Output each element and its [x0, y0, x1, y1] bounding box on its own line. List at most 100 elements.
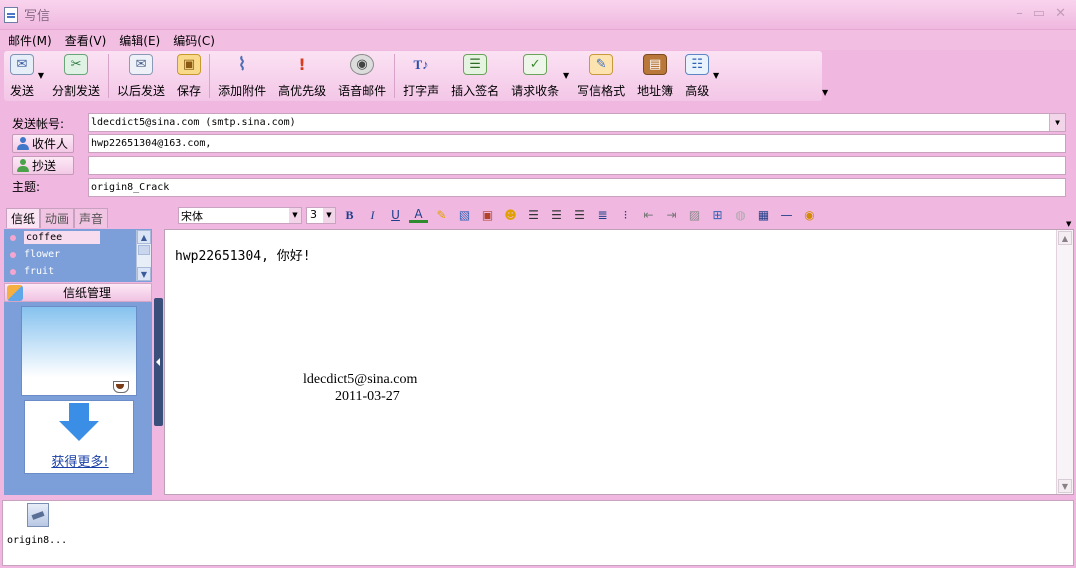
- download-arrow-icon: [59, 403, 99, 441]
- numbered-list-icon[interactable]: ≣: [593, 207, 612, 224]
- list-item[interactable]: fruit: [4, 263, 152, 280]
- chevron-down-icon[interactable]: ▼: [289, 207, 301, 223]
- contacts-icon: [16, 158, 30, 173]
- send-button[interactable]: ✉ 发送 ▼: [4, 51, 44, 99]
- font-color-icon[interactable]: A: [409, 207, 428, 223]
- receipt-dropdown-icon[interactable]: ▼: [563, 71, 569, 80]
- stationery-manager-button[interactable]: 信纸管理: [4, 283, 152, 302]
- menu-mail[interactable]: 邮件(M): [8, 32, 52, 49]
- bullet-icon: [10, 234, 16, 241]
- get-more-link[interactable]: 获得更多!: [25, 451, 135, 470]
- stationery-scrollbar[interactable]: ▲ ▼: [136, 230, 151, 281]
- list-item[interactable]: coffee: [4, 229, 152, 246]
- scroll-down-icon[interactable]: ▼: [1058, 479, 1072, 493]
- title-bar: 写信 – ▭ ✕: [0, 0, 1076, 30]
- insert-table-icon[interactable]: ▦: [754, 207, 773, 224]
- signature-icon: ☰: [463, 54, 488, 75]
- to-row: 收件人 hwp22651304@163.com,: [0, 134, 1076, 154]
- stationery-list: coffee flower fruit ▲ ▼: [4, 229, 152, 282]
- account-select[interactable]: ldecdict5@sina.com (smtp.sina.com) ▼: [88, 113, 1066, 132]
- to-button[interactable]: 收件人: [12, 134, 74, 153]
- mail-format-icon: ✎: [589, 54, 614, 75]
- mail-format-button[interactable]: ✎ 写信格式: [571, 51, 631, 99]
- scroll-up-icon[interactable]: ▲: [1058, 231, 1072, 245]
- cc-button[interactable]: 抄送: [12, 156, 74, 175]
- maximize-icon[interactable]: ▭: [1033, 6, 1045, 21]
- toolbar-overflow-icon[interactable]: ▼: [822, 88, 828, 97]
- paperclip-icon: ⌇: [237, 54, 247, 75]
- send-dropdown-icon[interactable]: ▼: [38, 71, 44, 80]
- scroll-thumb[interactable]: [138, 245, 150, 255]
- editor-scrollbar[interactable]: ▲ ▼: [1056, 230, 1073, 494]
- window-controls: – ▭ ✕: [1016, 6, 1066, 21]
- font-size-select[interactable]: 3 ▼: [306, 206, 336, 224]
- priority-button[interactable]: ! 高优先级: [272, 51, 332, 99]
- advanced-dropdown-icon[interactable]: ▼: [713, 71, 719, 80]
- advanced-button[interactable]: ☷ 高级 ▼: [679, 51, 719, 99]
- voice-mail-button[interactable]: ◉ 语音邮件: [332, 51, 392, 99]
- coffee-preview-image: [21, 306, 137, 396]
- emoticon-icon[interactable]: ☻: [501, 207, 520, 224]
- indent-icon[interactable]: ⇥: [662, 207, 681, 224]
- special-char-icon[interactable]: ⊞: [708, 207, 727, 224]
- send-later-button[interactable]: ✉ 以后发送: [111, 51, 171, 99]
- attachment-name: origin8...: [7, 535, 68, 546]
- send-icon: ✉: [10, 54, 34, 75]
- close-icon[interactable]: ✕: [1055, 6, 1066, 21]
- advanced-icon: ☷: [685, 54, 710, 75]
- contact-icon: [16, 136, 30, 151]
- subject-field[interactable]: origin8_Crack: [88, 178, 1066, 197]
- menu-view[interactable]: 查看(V): [65, 32, 107, 49]
- outdent-icon[interactable]: ⇤: [639, 207, 658, 224]
- exclamation-icon: !: [298, 55, 306, 74]
- list-item[interactable]: flower: [4, 246, 152, 263]
- align-left-icon[interactable]: ☰: [524, 207, 543, 224]
- bold-icon[interactable]: B: [340, 207, 359, 224]
- bullet-list-icon[interactable]: ⁝: [616, 207, 635, 224]
- image-icon[interactable]: ▨: [685, 207, 704, 224]
- address-book-button[interactable]: ▤ 地址簿: [631, 51, 679, 99]
- scroll-down-icon[interactable]: ▼: [137, 267, 151, 281]
- align-right-icon[interactable]: ☰: [570, 207, 589, 224]
- add-attachment-button[interactable]: ⌇ 添加附件: [212, 51, 272, 99]
- typing-sound-button[interactable]: T♪ 打字声: [397, 51, 445, 99]
- split-send-button[interactable]: ✂ 分割发送: [46, 51, 106, 99]
- rss-icon[interactable]: ◍: [731, 207, 750, 224]
- message-body-editor[interactable]: hwp22651304, 你好! ldecdict5@sina.com 2011…: [164, 229, 1074, 495]
- media-play-icon[interactable]: ◉: [800, 207, 819, 224]
- tab-animation[interactable]: 动画: [40, 208, 75, 228]
- panel-collapse-handle[interactable]: [154, 298, 163, 426]
- font-select[interactable]: 宋体 ▼: [178, 206, 302, 224]
- address-book-icon: ▤: [643, 54, 668, 75]
- attachment-area: origin8...: [2, 500, 1074, 566]
- scroll-up-icon[interactable]: ▲: [137, 230, 151, 244]
- save-button[interactable]: ▣ 保存: [171, 51, 207, 99]
- format-overflow-icon[interactable]: ▼: [1066, 220, 1071, 228]
- insert-signature-button[interactable]: ☰ 插入签名: [445, 51, 505, 99]
- insert-picture-icon[interactable]: ▧: [455, 207, 474, 224]
- underline-icon[interactable]: U: [386, 207, 405, 224]
- align-center-icon[interactable]: ☰: [547, 207, 566, 224]
- menu-edit[interactable]: 编辑(E): [119, 32, 160, 49]
- stationery-manager-icon: [7, 284, 23, 301]
- italic-icon[interactable]: I: [363, 207, 382, 224]
- get-more-banner[interactable]: 获得更多!: [24, 400, 134, 474]
- bullet-icon: [10, 268, 16, 275]
- to-field[interactable]: hwp22651304@163.com,: [88, 134, 1066, 153]
- body-greeting: hwp22651304, 你好!: [175, 249, 311, 264]
- attachment-item[interactable]: origin8...: [7, 503, 69, 546]
- highlight-icon[interactable]: ✎: [432, 207, 451, 224]
- chevron-down-icon[interactable]: ▼: [323, 207, 335, 223]
- insert-file-icon[interactable]: ▣: [478, 207, 497, 224]
- chevron-down-icon[interactable]: ▼: [1049, 114, 1065, 131]
- typing-sound-icon: T♪: [413, 56, 429, 72]
- tab-stationery[interactable]: 信纸: [6, 208, 41, 228]
- menu-encoding[interactable]: 编码(C): [173, 32, 215, 49]
- minimize-icon[interactable]: –: [1016, 6, 1023, 21]
- request-receipt-button[interactable]: ✓ 请求收条 ▼: [505, 51, 569, 99]
- tab-sound[interactable]: 声音: [74, 208, 109, 228]
- cc-field[interactable]: [88, 156, 1066, 175]
- toolbar-separator: [394, 54, 396, 98]
- horizontal-line-icon[interactable]: —: [777, 207, 796, 224]
- receipt-icon: ✓: [523, 54, 548, 75]
